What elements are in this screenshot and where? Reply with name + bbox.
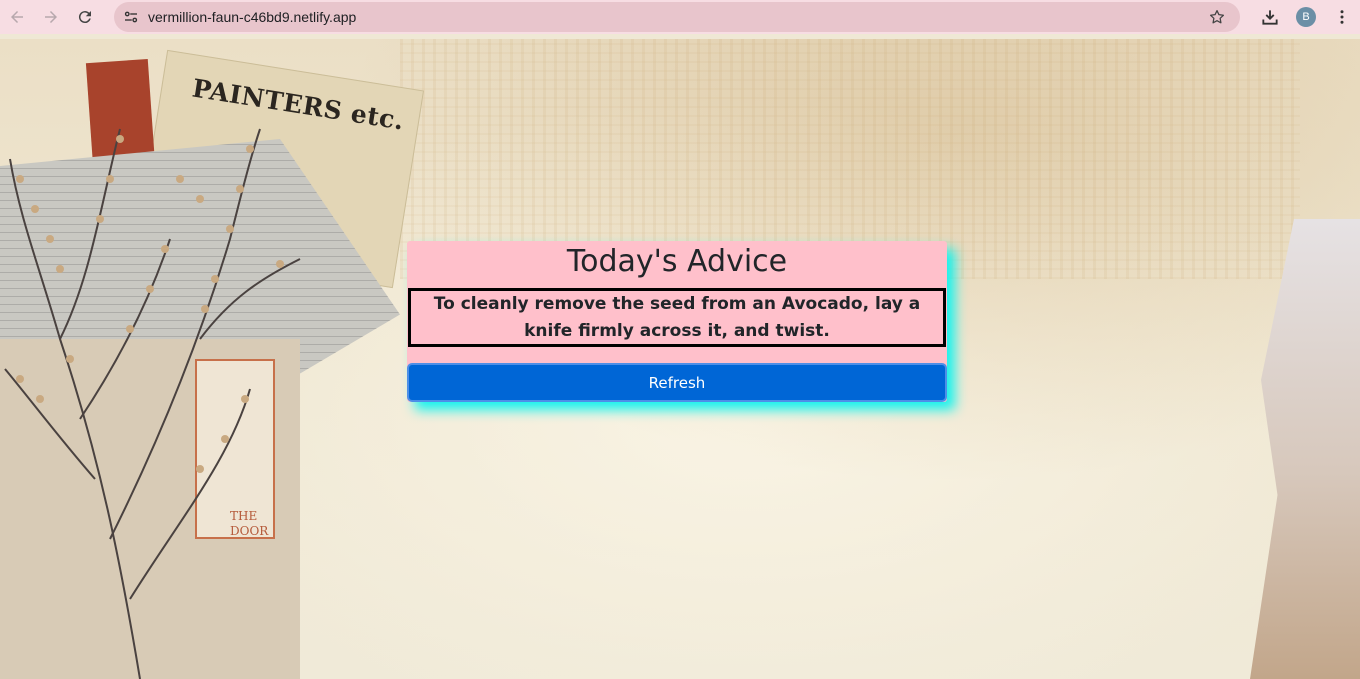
- url-text[interactable]: vermillion-faun-c46bd9.netlify.app: [148, 9, 356, 25]
- background-collage: PAINTERS etc. THE DOOR: [0, 39, 425, 679]
- back-button[interactable]: [0, 0, 34, 34]
- download-icon: [1262, 10, 1278, 25]
- forward-icon: [45, 11, 57, 23]
- reload-button[interactable]: [68, 0, 102, 34]
- menu-icon: [1340, 10, 1344, 24]
- site-info-icon: [124, 11, 138, 23]
- download-button[interactable]: [1252, 0, 1288, 34]
- advice-box: To cleanly remove the seed from an Avoca…: [408, 288, 946, 347]
- torn-paper-right: [1250, 219, 1360, 679]
- menu-button[interactable]: [1324, 0, 1360, 34]
- site-info-button[interactable]: [114, 2, 148, 32]
- back-icon: [11, 11, 23, 23]
- dried-branches-image: [4, 128, 301, 679]
- advice-card: Today's Advice To cleanly remove the see…: [407, 241, 947, 402]
- star-icon[interactable]: [1208, 8, 1226, 26]
- avatar: B: [1296, 7, 1316, 27]
- advice-text: To cleanly remove the seed from an Avoca…: [433, 293, 921, 341]
- forward-button[interactable]: [34, 0, 68, 34]
- browser-toolbar: vermillion-faun-c46bd9.netlify.app B: [0, 0, 1360, 34]
- page-title: Today's Advice: [566, 244, 788, 279]
- reload-icon: [78, 11, 91, 24]
- toolbar-actions: B: [1252, 0, 1360, 34]
- address-bar[interactable]: vermillion-faun-c46bd9.netlify.app: [114, 2, 1240, 32]
- refresh-button[interactable]: Refresh: [407, 363, 947, 402]
- profile-button[interactable]: B: [1288, 0, 1324, 34]
